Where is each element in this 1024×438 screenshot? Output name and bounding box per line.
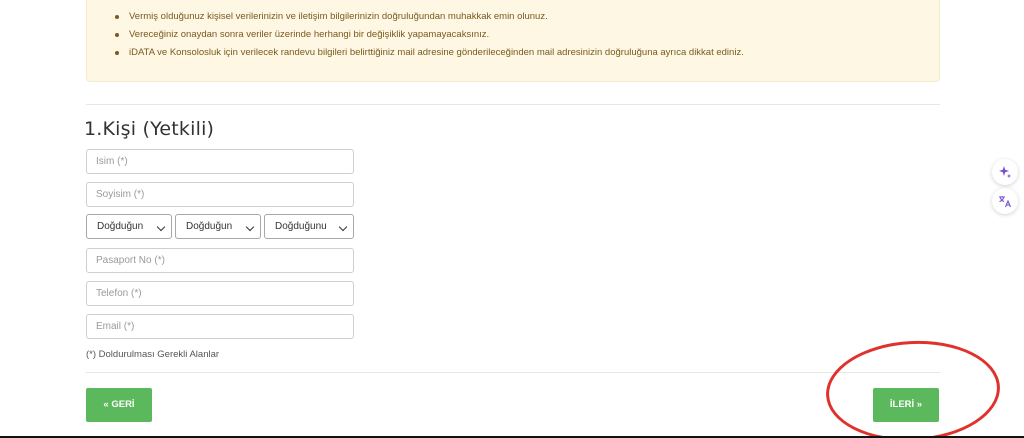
translate-button[interactable] <box>992 188 1018 214</box>
bullet-icon <box>115 15 119 19</box>
divider <box>86 104 940 105</box>
bullet-icon <box>115 33 119 37</box>
chevron-down-icon <box>156 222 166 232</box>
passport-field[interactable] <box>86 248 354 273</box>
birth-day-select[interactable]: Doğduğun <box>86 214 172 239</box>
surname-field[interactable] <box>86 182 354 207</box>
email-field[interactable] <box>86 314 354 339</box>
chevron-down-icon <box>245 222 255 232</box>
notice-item: iDATA ve Konsolosluk için verilecek rand… <box>115 44 744 62</box>
next-button[interactable]: İLERİ » <box>873 388 939 422</box>
bullet-icon <box>115 51 119 55</box>
ai-assist-button[interactable] <box>992 159 1018 185</box>
name-field[interactable] <box>86 149 354 174</box>
sparkle-icon <box>999 166 1011 178</box>
notice-item: Vermiş olduğunuz kişisel verilerinizin v… <box>115 8 744 26</box>
notice-item: Vereceğiniz onaydan sonra veriler üzerin… <box>115 26 744 44</box>
phone-field[interactable] <box>86 281 354 306</box>
info-notice: Vermiş olduğunuz kişisel verilerinizin v… <box>86 0 940 82</box>
required-fields-note: (*) Doldurulması Gerekli Alanlar <box>86 349 220 360</box>
chevron-down-icon <box>338 222 348 232</box>
divider <box>86 372 940 373</box>
translate-icon <box>999 196 1012 208</box>
notice-list: Vermiş olduğunuz kişisel verilerinizin v… <box>115 8 744 62</box>
section-title: 1.Kişi (Yetkili) <box>84 118 215 140</box>
back-button[interactable]: « GERİ <box>86 388 152 422</box>
birth-year-select[interactable]: Doğduğunu <box>264 214 354 239</box>
birth-month-select[interactable]: Doğduğun <box>175 214 261 239</box>
